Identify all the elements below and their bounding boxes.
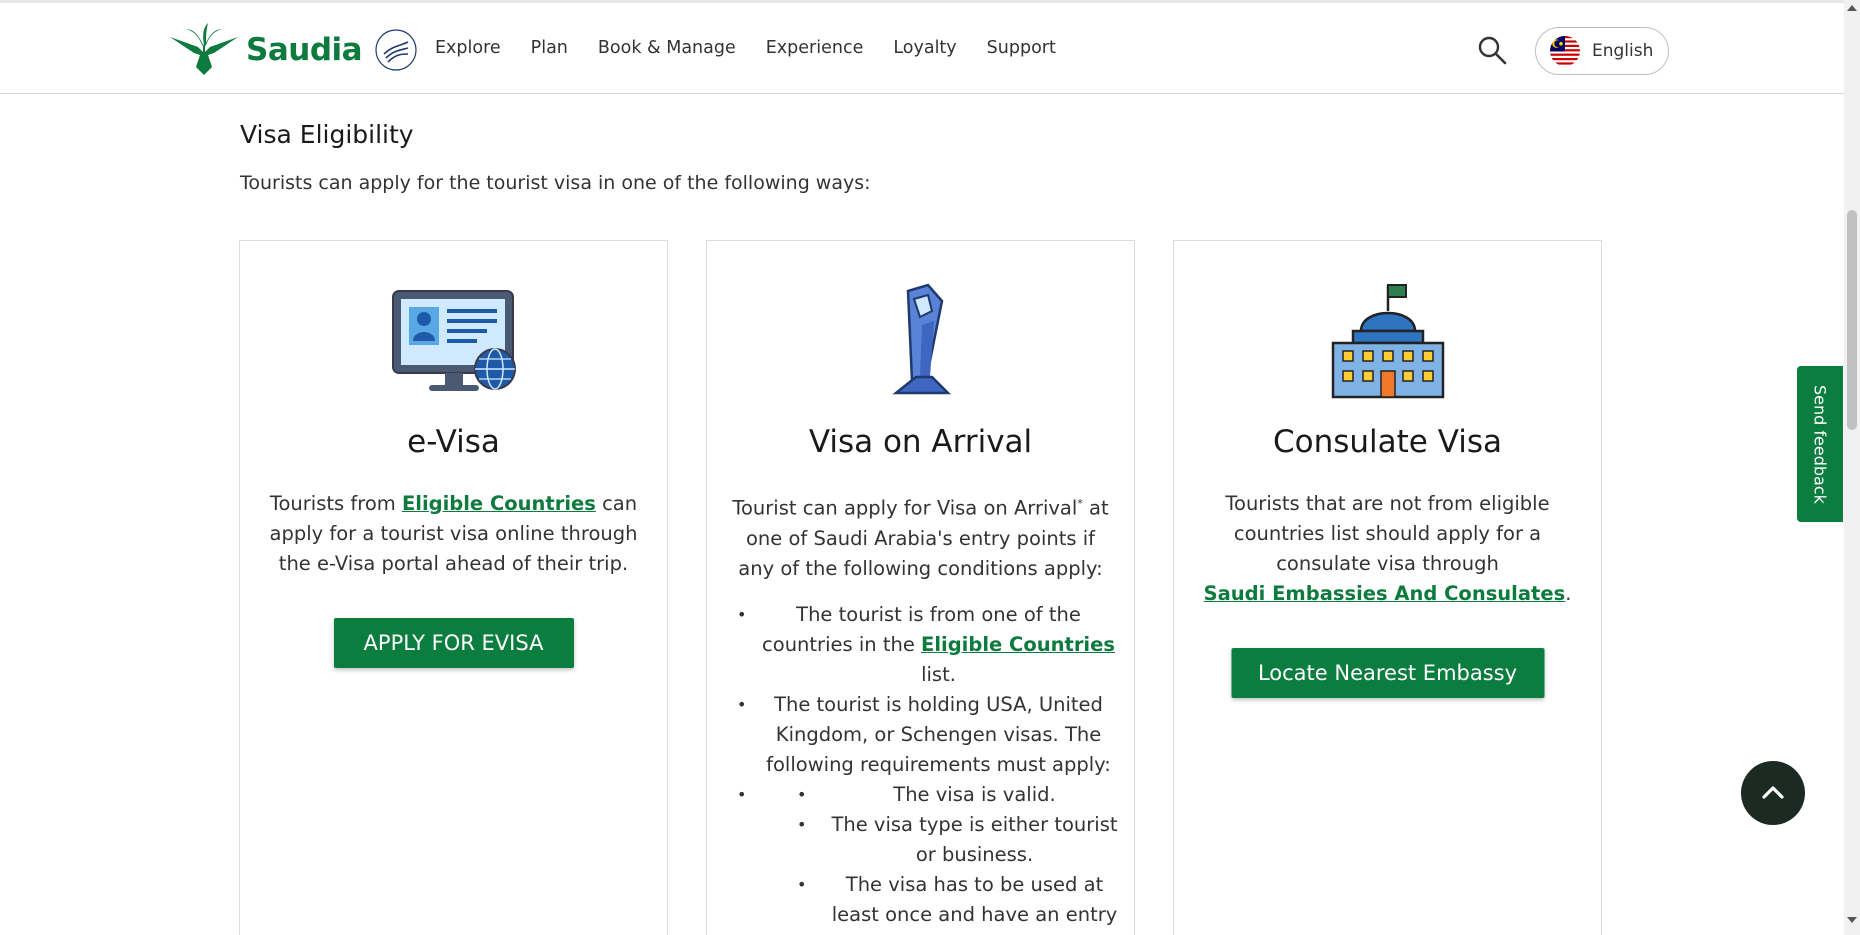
visa-on-arrival-card: Visa on Arrival Tourist can apply for Vi… (706, 240, 1135, 935)
sub-list-container: The visa is valid. The visa type is eith… (729, 780, 1120, 935)
saudia-palm-logo-icon (170, 23, 238, 75)
eligible-countries-link[interactable]: Eligible Countries (402, 492, 596, 515)
visa-on-arrival-description: Tourist can apply for Visa on Arrival* a… (727, 489, 1114, 584)
list-item: The visa type is either tourist or busin… (789, 810, 1120, 870)
skyteam-logo-icon (375, 29, 417, 71)
nav-plan[interactable]: Plan (531, 38, 568, 58)
list-item: The tourist is from one of the countries… (729, 600, 1120, 690)
scroll-to-top-button[interactable] (1741, 761, 1805, 825)
list-item: The visa is valid. (789, 780, 1120, 810)
saudia-logo[interactable]: Saudia (168, 23, 418, 77)
scroll-down-arrow-icon[interactable] (1847, 917, 1857, 923)
brand-name: Saudia (246, 32, 363, 68)
language-selector[interactable]: English (1535, 27, 1669, 75)
requirements-list: The visa is valid. The visa type is eith… (789, 780, 1120, 935)
consulate-period: . (1565, 582, 1572, 605)
saudi-embassies-link[interactable]: Saudi Embassies And Consulates (1204, 582, 1566, 605)
send-feedback-label: Send feedback (1810, 384, 1830, 504)
condition-2-text: The tourist is holding USA, United Kingd… (766, 693, 1111, 776)
section-intro: Tourists can apply for the tourist visa … (240, 172, 871, 194)
send-feedback-tab[interactable]: Send feedback (1797, 366, 1843, 522)
top-navigation-bar: Saudia Explore Plan Book & Manage Experi… (0, 0, 1844, 94)
section-title: Visa Eligibility (240, 120, 414, 149)
evisa-description: Tourists from Eligible Countries can app… (260, 489, 647, 579)
locate-embassy-button[interactable]: Locate Nearest Embassy (1231, 648, 1544, 698)
embassy-building-icon (1331, 284, 1444, 399)
consulate-text: Tourists that are not from eligible coun… (1225, 492, 1550, 575)
computer-id-globe-icon (391, 290, 516, 391)
kiosk-icon (891, 283, 951, 395)
eligible-countries-link[interactable]: Eligible Countries (921, 633, 1115, 656)
scroll-up-arrow-icon[interactable] (1847, 5, 1857, 11)
page-scrollbar[interactable] (1844, 0, 1860, 935)
visa-on-arrival-title: Visa on Arrival (808, 424, 1033, 460)
consulate-visa-title: Consulate Visa (1272, 424, 1503, 460)
search-icon[interactable] (1476, 34, 1508, 66)
language-label: English (1592, 41, 1654, 61)
nav-book-manage[interactable]: Book & Manage (598, 38, 736, 58)
list-item: The visa has to be used at least once an… (789, 870, 1120, 935)
consulate-description: Tourists that are not from eligible coun… (1194, 489, 1581, 609)
apply-evisa-button[interactable]: APPLY FOR EVISA (333, 618, 574, 668)
arrival-text-before: Tourist can apply for Visa on Arrival (732, 496, 1078, 520)
list-item: The tourist is holding USA, United Kingd… (729, 690, 1120, 780)
nav-experience[interactable]: Experience (766, 38, 864, 58)
chevron-up-icon (1762, 786, 1784, 799)
evisa-card: e-Visa Tourists from Eligible Countries … (239, 240, 668, 935)
conditions-list: The tourist is from one of the countries… (729, 600, 1120, 935)
condition-1-after: list. (921, 663, 956, 686)
consulate-visa-card: Consulate Visa Tourists that are not fro… (1173, 240, 1602, 935)
nav-support[interactable]: Support (987, 38, 1056, 58)
malaysia-flag-icon (1550, 36, 1580, 66)
evisa-text-before: Tourists from (269, 492, 402, 515)
evisa-title: e-Visa (407, 424, 500, 460)
main-nav: Explore Plan Book & Manage Experience Lo… (435, 38, 1056, 58)
scrollbar-thumb[interactable] (1847, 210, 1857, 430)
nav-loyalty[interactable]: Loyalty (893, 38, 956, 58)
nav-explore[interactable]: Explore (435, 38, 501, 58)
